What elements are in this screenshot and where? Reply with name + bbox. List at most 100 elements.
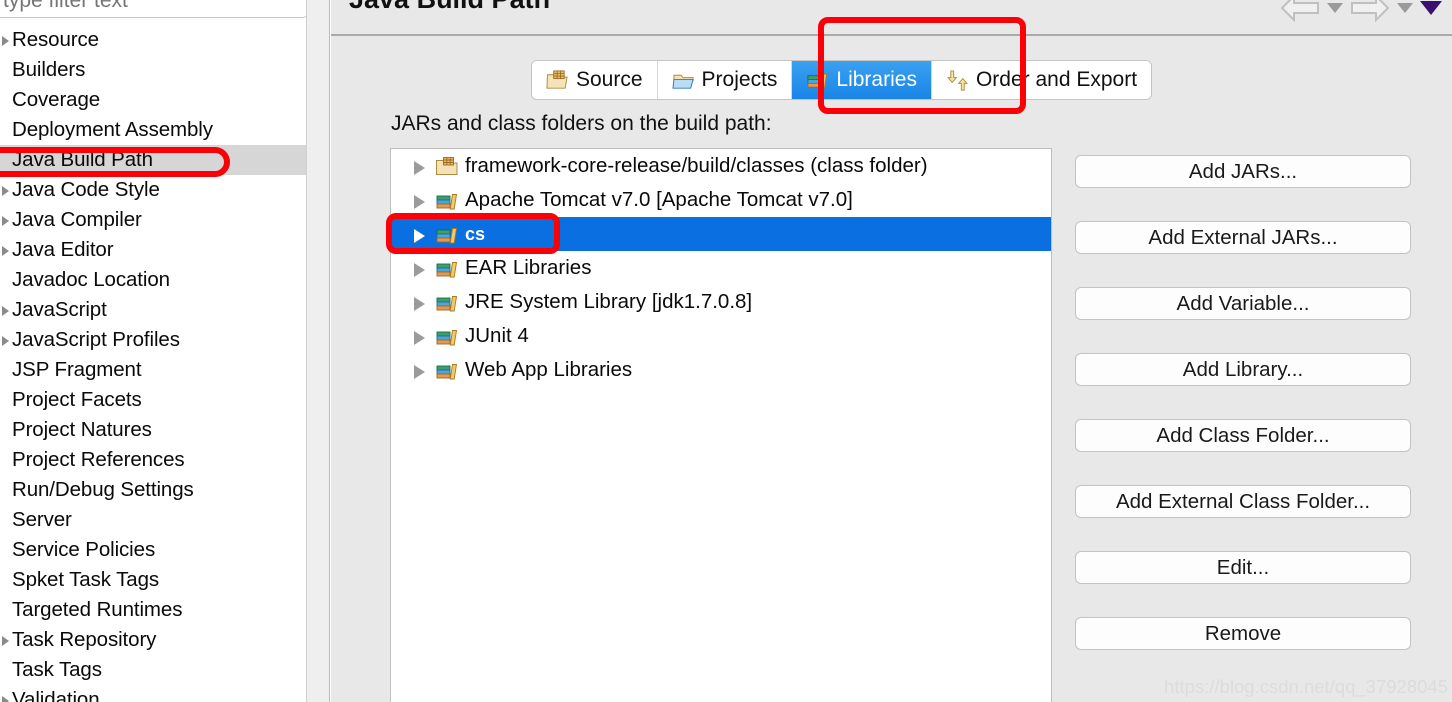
- tab-label: Projects: [701, 68, 778, 91]
- library-books-icon: [436, 364, 458, 380]
- library-entry-label: JUnit 4: [465, 324, 529, 347]
- sidebar-item-service-policies[interactable]: Service Policies: [0, 535, 306, 565]
- library-entry[interactable]: Apache Tomcat v7.0 [Apache Tomcat v7.0]: [391, 183, 1051, 217]
- sidebar-item-jsp-fragment[interactable]: JSP Fragment: [0, 355, 306, 385]
- sidebar-item-spket-task-tags[interactable]: Spket Task Tags: [0, 565, 306, 595]
- expand-triangle-icon[interactable]: [2, 336, 9, 346]
- sidebar-item-label: Javadoc Location: [12, 268, 170, 291]
- forward-arrow-icon[interactable]: [1350, 0, 1390, 22]
- back-arrow-icon[interactable]: [1280, 0, 1320, 22]
- order-arrows-icon: [947, 69, 968, 91]
- sidebar-item-java-compiler[interactable]: Java Compiler: [0, 205, 306, 235]
- sidebar-item-label: Coverage: [12, 88, 101, 111]
- expand-triangle-icon[interactable]: [2, 696, 9, 702]
- remove-button[interactable]: Remove: [1075, 617, 1411, 650]
- sidebar-item-java-editor[interactable]: Java Editor: [0, 235, 306, 265]
- tab-source[interactable]: Source: [532, 61, 658, 99]
- sidebar-item-label: Java Compiler: [12, 208, 142, 231]
- library-books-icon: [436, 296, 458, 312]
- sidebar-item-javascript[interactable]: JavaScript: [0, 295, 306, 325]
- back-history-chevron-down-icon[interactable]: [1327, 3, 1343, 13]
- sidebar-item-run-debug-settings[interactable]: Run/Debug Settings: [0, 475, 306, 505]
- class-folder-icon: [436, 157, 458, 175]
- sidebar-item-label: Resource: [12, 28, 99, 51]
- sidebar-item-project-natures[interactable]: Project Natures: [0, 415, 306, 445]
- edit-button[interactable]: Edit...: [1075, 551, 1411, 584]
- sidebar-item-task-repository[interactable]: Task Repository: [0, 625, 306, 655]
- sidebar-item-label: Builders: [12, 58, 86, 81]
- search-input[interactable]: [3, 0, 293, 13]
- add-external-class-folder-button[interactable]: Add External Class Folder...: [1075, 485, 1411, 518]
- sidebar-item-label: Validation: [12, 688, 100, 702]
- sidebar-item-resource[interactable]: Resource: [0, 25, 306, 55]
- library-books-icon: [436, 228, 458, 244]
- library-entry-label: Web App Libraries: [465, 358, 633, 381]
- add-variable-button[interactable]: Add Variable...: [1075, 287, 1411, 320]
- library-entry[interactable]: framework-core-release/build/classes (cl…: [391, 149, 1051, 183]
- sidebar-item-label: Targeted Runtimes: [12, 598, 183, 621]
- sidebar-item-task-tags[interactable]: Task Tags: [0, 655, 306, 685]
- java-build-path-page: Java Build Path Source Projects Libraries O…: [331, 0, 1452, 702]
- sidebar-item-deployment-assembly[interactable]: Deployment Assembly: [0, 115, 306, 145]
- tab-label: Order and Export: [975, 68, 1138, 91]
- libraries-list[interactable]: framework-core-release/build/classes (cl…: [390, 148, 1052, 702]
- forward-history-chevron-down-icon[interactable]: [1397, 3, 1413, 13]
- expand-triangle-icon[interactable]: [2, 246, 9, 256]
- source-folder-icon: [546, 69, 568, 89]
- sidebar-item-java-code-style[interactable]: Java Code Style: [0, 175, 306, 205]
- sidebar-item-label: Service Policies: [12, 538, 156, 561]
- sidebar-item-label: Task Repository: [12, 628, 157, 651]
- page-title: Java Build Path: [349, 0, 550, 15]
- expand-triangle-icon[interactable]: [2, 186, 9, 196]
- expand-triangle-icon[interactable]: [414, 297, 425, 311]
- sidebar-item-builders[interactable]: Builders: [0, 55, 306, 85]
- build-path-tabs: Source Projects Libraries Order and Export: [531, 60, 1153, 100]
- expand-triangle-icon[interactable]: [2, 306, 9, 316]
- sidebar-item-validation[interactable]: Validation: [0, 685, 306, 702]
- sidebar-item-label: Server: [12, 508, 72, 531]
- library-entry-label: framework-core-release/build/classes (cl…: [465, 154, 928, 177]
- list-label: JARs and class folders on the build path…: [391, 112, 772, 135]
- sidebar-item-javascript-profiles[interactable]: JavaScript Profiles: [0, 325, 306, 355]
- sidebar-item-project-references[interactable]: Project References: [0, 445, 306, 475]
- library-entry[interactable]: JUnit 4: [391, 319, 1051, 353]
- expand-triangle-icon[interactable]: [2, 216, 9, 226]
- tab-libraries[interactable]: Libraries: [792, 61, 932, 99]
- sidebar-item-label: Project References: [12, 448, 185, 471]
- sidebar-item-label: Deployment Assembly: [12, 118, 213, 141]
- filter-box[interactable]: [0, 0, 306, 18]
- sidebar-item-coverage[interactable]: Coverage: [0, 85, 306, 115]
- library-entry[interactable]: cs: [391, 217, 1051, 251]
- tab-label: Libraries: [836, 68, 917, 91]
- library-entry[interactable]: Web App Libraries: [391, 353, 1051, 387]
- expand-triangle-icon[interactable]: [414, 161, 425, 175]
- expand-triangle-icon[interactable]: [2, 636, 9, 646]
- title-divider: [331, 34, 1452, 36]
- tab-order-and-export[interactable]: Order and Export: [931, 61, 1152, 99]
- sidebar-item-project-facets[interactable]: Project Facets: [0, 385, 306, 415]
- expand-triangle-icon[interactable]: [414, 195, 425, 209]
- view-menu-triangle-icon[interactable]: [1420, 1, 1442, 15]
- projects-folder-icon: [671, 74, 694, 89]
- expand-triangle-icon[interactable]: [414, 229, 425, 243]
- add-class-folder-button[interactable]: Add Class Folder...: [1075, 419, 1411, 452]
- sidebar-item-label: Java Editor: [12, 238, 114, 261]
- add-jars-button[interactable]: Add JARs...: [1075, 155, 1411, 188]
- page-navigation-controls: [1280, 0, 1442, 22]
- add-library-button[interactable]: Add Library...: [1075, 353, 1411, 386]
- add-external-jars-button[interactable]: Add External JARs...: [1075, 221, 1411, 254]
- library-entry[interactable]: EAR Libraries: [391, 251, 1051, 285]
- sidebar-item-label: Run/Debug Settings: [12, 478, 194, 501]
- sidebar-item-targeted-runtimes[interactable]: Targeted Runtimes: [0, 595, 306, 625]
- tab-projects[interactable]: Projects: [657, 61, 793, 99]
- library-entry[interactable]: JRE System Library [jdk1.7.0.8]: [391, 285, 1051, 319]
- sidebar-item-java-build-path[interactable]: Java Build Path: [0, 145, 306, 175]
- library-books-icon: [807, 73, 828, 89]
- expand-triangle-icon[interactable]: [414, 263, 425, 277]
- sidebar-scrollbar-track[interactable]: [306, 0, 622, 702]
- expand-triangle-icon[interactable]: [2, 36, 9, 46]
- sidebar-item-javadoc-location[interactable]: Javadoc Location: [0, 265, 306, 295]
- sidebar-item-server[interactable]: Server: [0, 505, 306, 535]
- expand-triangle-icon[interactable]: [414, 365, 425, 379]
- expand-triangle-icon[interactable]: [414, 331, 425, 345]
